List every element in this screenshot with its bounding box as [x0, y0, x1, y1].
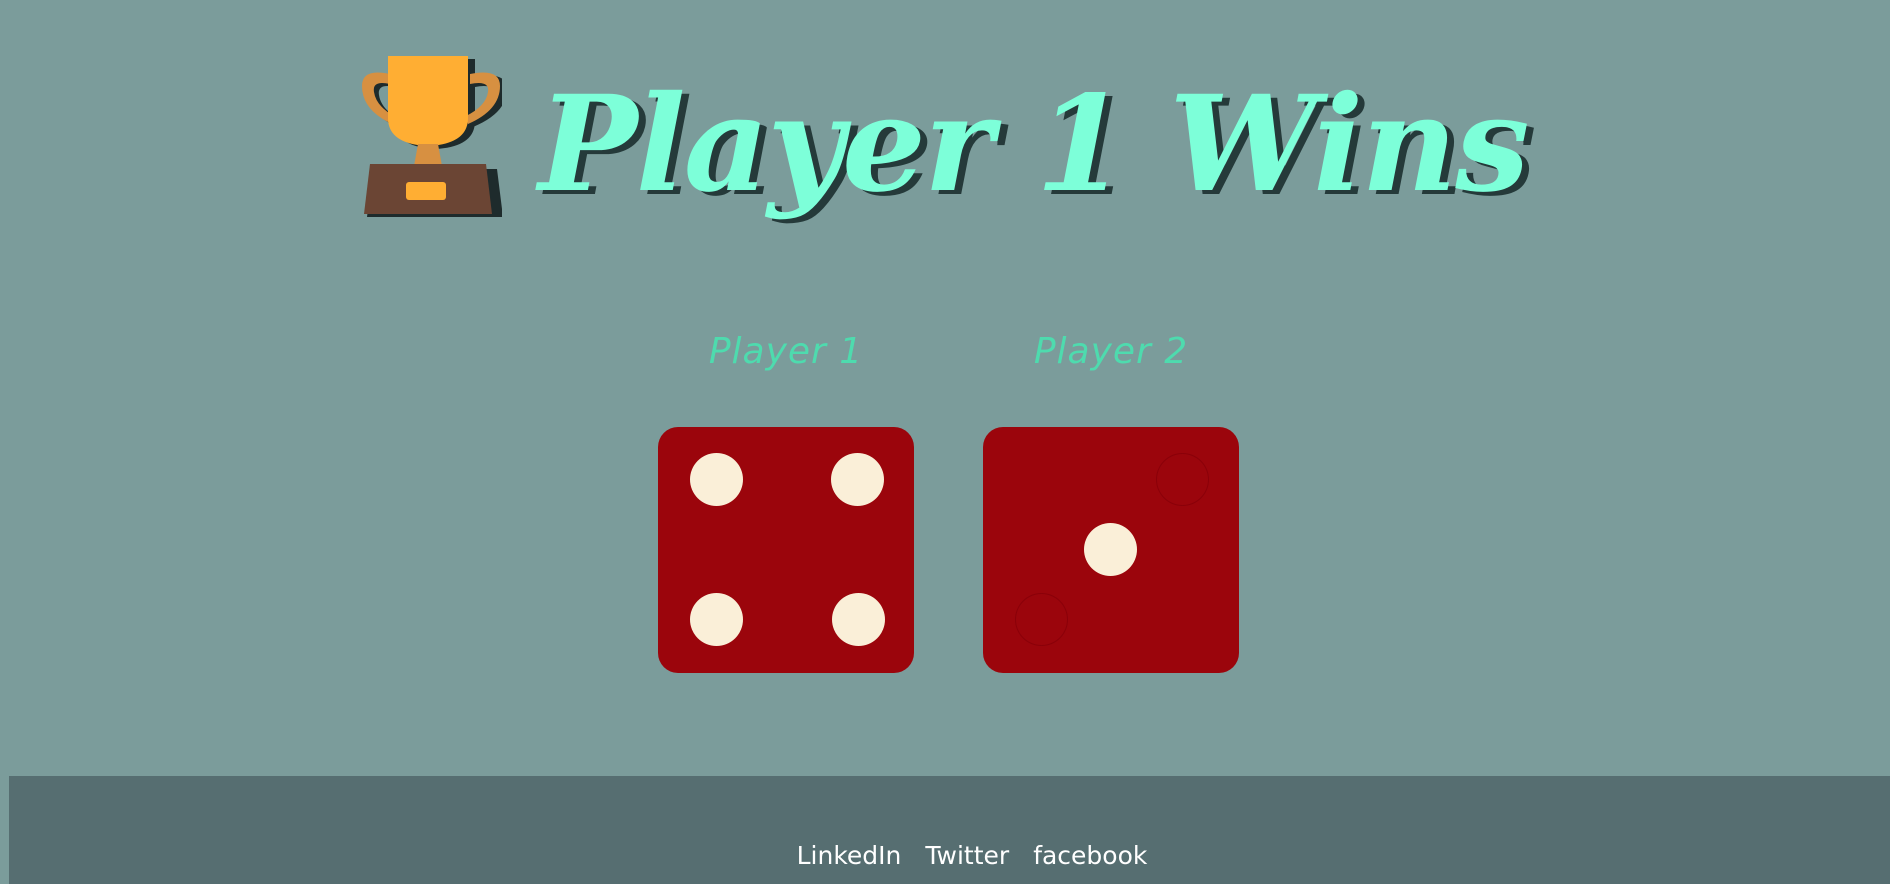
footer-links: LinkedIn Twitter facebook — [9, 841, 1890, 870]
linkedin-link[interactable]: LinkedIn — [797, 841, 902, 870]
die-pip — [831, 453, 884, 506]
facebook-link[interactable]: facebook — [1033, 841, 1147, 870]
player-1-die — [658, 427, 914, 673]
die-pip — [1084, 523, 1137, 576]
die-pip-hidden — [1015, 593, 1068, 646]
player-1-panel: Player 1 — [658, 330, 914, 673]
die-pip — [832, 593, 885, 646]
footer: LinkedIn Twitter facebook — [9, 776, 1890, 884]
player-2-label: Player 2 — [1033, 331, 1189, 372]
die-pip — [690, 593, 743, 646]
twitter-link[interactable]: Twitter — [925, 841, 1009, 870]
die-pip — [690, 453, 743, 506]
trophy-icon — [362, 56, 503, 217]
player-2-die — [983, 427, 1239, 673]
player-2-panel: Player 2 — [983, 330, 1239, 673]
player-1-label: Player 1 — [708, 331, 864, 372]
winner-title: Player 1 Wins — [538, 67, 1529, 222]
die-pip-hidden — [1156, 453, 1209, 506]
title-banner: Player 1 Wins — [0, 56, 1890, 226]
